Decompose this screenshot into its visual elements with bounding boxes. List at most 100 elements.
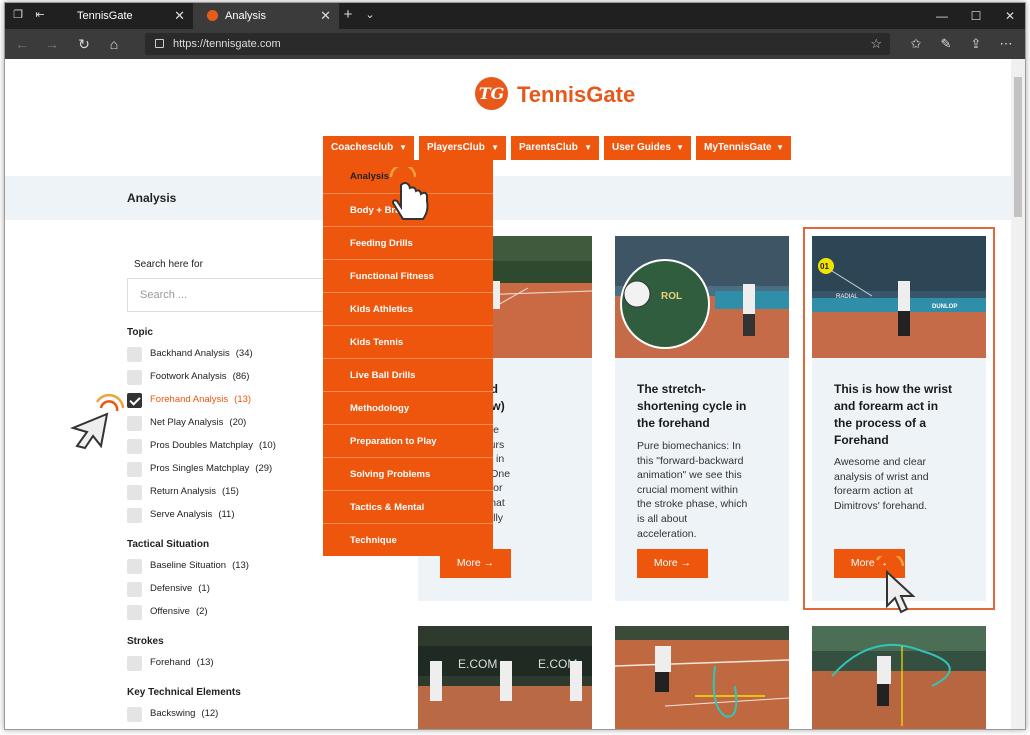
checkbox[interactable] xyxy=(127,416,142,431)
card-image: ROL xyxy=(615,236,789,358)
dropdown-item[interactable]: Methodology xyxy=(323,391,493,424)
card-title: This is how the wrist and forearm act in… xyxy=(834,381,974,449)
nav-user-guides[interactable]: User Guides ▼ xyxy=(604,136,691,160)
checkbox[interactable] xyxy=(127,439,142,454)
banner-text: E.COM xyxy=(458,657,497,671)
address-input[interactable]: https://tennisgate.com ☆ xyxy=(145,33,890,55)
dropdown-item[interactable]: Live Ball Drills xyxy=(323,358,493,391)
tab-tennisgate[interactable]: TennisGate ✕ xyxy=(63,3,193,29)
card-title-line: This is how the wrist xyxy=(834,382,953,396)
dropdown-item[interactable]: Kids Tennis xyxy=(323,325,493,358)
favorites-icon[interactable]: ✩ xyxy=(907,36,925,52)
share-icon[interactable]: ⇪ xyxy=(967,36,985,52)
filter-label: Pros Doubles Matchplay (10) xyxy=(150,440,276,451)
filter-count: (34) xyxy=(235,348,253,359)
card-text-line: Awesome and clear xyxy=(834,456,927,468)
refresh-icon[interactable]: ↻ xyxy=(75,36,93,52)
filter-count: (1) xyxy=(198,583,210,594)
dropdown-item[interactable]: Preparation to Play xyxy=(323,424,493,457)
caret-down-icon: ▼ xyxy=(584,143,592,152)
filter-count: (20) xyxy=(229,417,247,428)
article-card-5-image[interactable] xyxy=(615,626,789,729)
filter-label: Backhand Analysis (34) xyxy=(150,348,253,359)
checkbox[interactable] xyxy=(127,393,142,408)
checkbox[interactable] xyxy=(127,508,142,523)
dropdown-item[interactable]: Solving Problems xyxy=(323,457,493,490)
caret-down-icon: ▼ xyxy=(776,143,784,152)
card-excerpt: Awesome and clear analysis of wrist and … xyxy=(834,455,929,513)
nav-mytennisgate[interactable]: MyTennisGate ▼ xyxy=(696,136,791,160)
minimize-icon[interactable]: — xyxy=(925,3,959,29)
checkbox[interactable] xyxy=(127,462,142,477)
url-text: https://tennisgate.com xyxy=(173,38,281,50)
filter-name: Forehand xyxy=(150,657,191,668)
dropdown-item[interactable]: Technique xyxy=(323,523,493,556)
search-input[interactable]: Search ... xyxy=(127,278,325,312)
filter-name: Net Play Analysis xyxy=(150,417,224,428)
close-window-icon[interactable]: ✕ xyxy=(993,3,1025,29)
tab-bar: ❐ ⇤ TennisGate ✕ Analysis ✕ + ⌄ — ☐ ✕ xyxy=(5,3,1025,29)
filter-count: (13) xyxy=(196,657,214,668)
tab-list-chevron-icon[interactable]: ⌄ xyxy=(363,9,377,21)
filter-count: (29) xyxy=(255,463,273,474)
image-sponsor: DUNLOP xyxy=(932,304,957,310)
scrollbar[interactable] xyxy=(1011,59,1025,729)
dropdown-item[interactable]: Functional Fitness xyxy=(323,259,493,292)
more-icon[interactable]: ⋯ xyxy=(997,36,1015,52)
checkbox[interactable] xyxy=(127,707,142,722)
close-tab-icon[interactable]: ✕ xyxy=(320,3,331,29)
card-text-line: Dimitrovs' forehand. xyxy=(834,499,928,512)
maximize-icon[interactable]: ☐ xyxy=(959,3,993,29)
favorite-star-icon[interactable]: ☆ xyxy=(870,33,882,55)
dropdown-item[interactable]: Feeding Drills xyxy=(323,226,493,259)
card-text-line: crucial moment within xyxy=(637,483,738,496)
card-title-line: the forehand xyxy=(637,416,710,430)
filter-count: (12) xyxy=(201,708,219,719)
web-page: TG TennisGate Analysis Coachesclub ▼ Play… xyxy=(5,59,1013,729)
caret-down-icon: ▼ xyxy=(399,143,407,152)
new-tab-icon[interactable]: + xyxy=(341,7,355,22)
more-button[interactable]: More → xyxy=(637,549,708,578)
article-card-2[interactable]: ROL The stretch- shortening cycle in the… xyxy=(615,236,789,601)
filter-name: Defensive xyxy=(150,583,193,594)
browser-window: ❐ ⇤ TennisGate ✕ Analysis ✕ + ⌄ — ☐ ✕ ← … xyxy=(4,2,1026,730)
filter-count: (15) xyxy=(222,486,239,497)
card-text-line: animation" we see this xyxy=(637,469,742,482)
back-icon[interactable]: ← xyxy=(13,36,31,52)
filter-label: Pros Singles Matchplay (29) xyxy=(150,463,272,474)
dropdown-item[interactable]: Kids Athletics xyxy=(323,292,493,325)
article-card-6-image[interactable] xyxy=(812,626,986,729)
checkbox[interactable] xyxy=(127,347,142,362)
filter-label: Forehand Analysis (13) xyxy=(150,394,251,405)
card-text-line: analysis of wrist and xyxy=(834,470,929,483)
checkbox[interactable] xyxy=(127,559,142,574)
close-tab-icon[interactable]: ✕ xyxy=(174,3,185,29)
pen-icon[interactable]: ✎ xyxy=(937,36,955,52)
tab-analysis[interactable]: Analysis ✕ xyxy=(193,3,339,29)
checkbox[interactable] xyxy=(127,656,142,671)
nav-label: User Guides xyxy=(612,142,671,153)
nav-parentsclub[interactable]: ParentsClub ▼ xyxy=(511,136,599,160)
nav-playersclub[interactable]: PlayersClub ▼ xyxy=(419,136,506,160)
home-icon[interactable]: ⌂ xyxy=(105,36,123,52)
lock-icon xyxy=(155,39,164,48)
filter-name: Pros Singles Matchplay xyxy=(150,463,250,474)
nav-label: ParentsClub xyxy=(519,142,578,153)
forward-icon[interactable]: → xyxy=(43,36,61,52)
article-card-4-image[interactable]: E.COM E.COM xyxy=(418,626,592,729)
filter-label: Return Analysis (15) xyxy=(150,486,239,497)
checkbox[interactable] xyxy=(127,370,142,385)
dropdown-item[interactable]: Tactics & Mental xyxy=(323,490,493,523)
filter-count: (86) xyxy=(232,371,250,382)
checkbox[interactable] xyxy=(127,485,142,500)
card-text-line: forearm action at xyxy=(834,485,913,498)
nav-coachesclub[interactable]: Coachesclub ▼ xyxy=(323,136,414,160)
article-card-3[interactable]: 01 RADIAL DUNLOP This is how the wrist a… xyxy=(803,227,995,610)
tab-actions-icon[interactable]: ❐ xyxy=(11,9,25,21)
set-aside-tabs-icon[interactable]: ⇤ xyxy=(33,9,47,21)
filter-section-title: Topic xyxy=(127,327,153,338)
checkbox[interactable] xyxy=(127,582,142,597)
scrollbar-thumb[interactable] xyxy=(1014,77,1022,217)
filter-label: Footwork Analysis (86) xyxy=(150,371,249,382)
checkbox[interactable] xyxy=(127,605,142,620)
